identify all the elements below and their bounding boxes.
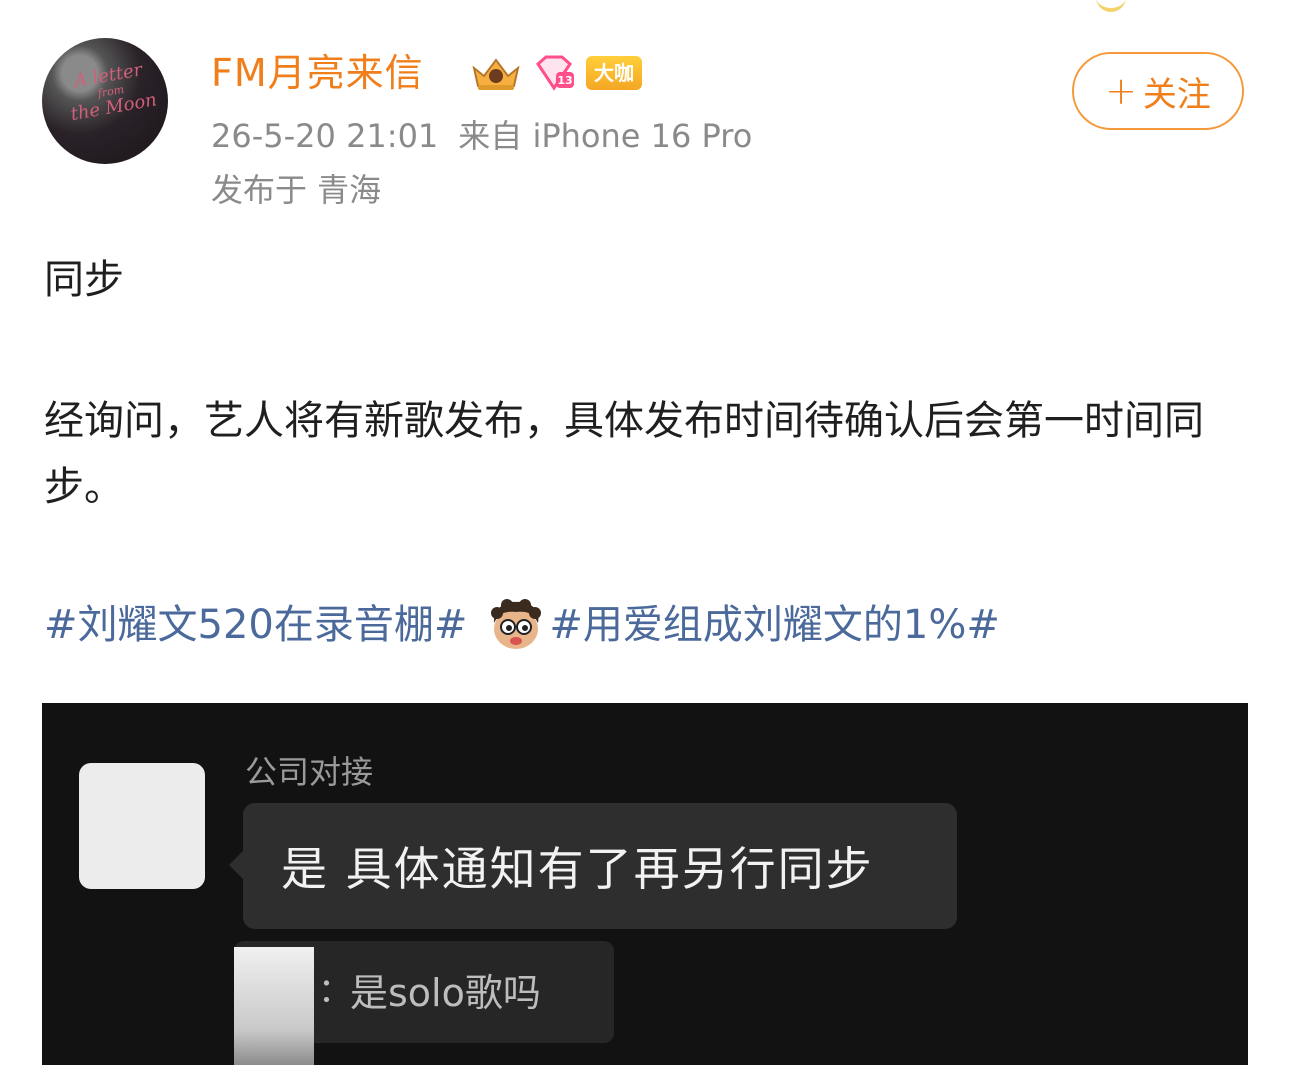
follow-button-label: 关注: [1142, 74, 1211, 115]
crown-icon[interactable]: [470, 54, 522, 92]
hashtag-link[interactable]: #用爱组成刘耀文的1%#: [549, 598, 1000, 652]
post-meta-line: 26-5-20 21:01 来自 iPhone 16 Pro: [211, 114, 752, 158]
quoted-message-text: 是solo歌吗: [350, 971, 541, 1015]
post-body: 经询问，艺人将有新歌发布，具体发布时间待确认后会第一时间同步。: [44, 398, 1204, 510]
chat-avatar: [79, 763, 205, 889]
hashtag-link[interactable]: #刘耀文520在录音棚#: [44, 598, 467, 652]
author-avatar[interactable]: A letter from the Moon: [42, 38, 168, 164]
level-badge[interactable]: 大咖: [586, 56, 642, 90]
hashtag-row: #刘耀文520在录音棚# #用爱组成刘耀文的1%#: [44, 598, 1000, 652]
author-badges: 13 大咖: [470, 52, 642, 94]
post-title: 同步: [44, 257, 124, 303]
post-timestamp: 26-5-20 21:01: [211, 117, 439, 155]
post-location: 发布于 青海: [211, 171, 382, 209]
chat-message-text: 是 具体通知有了再另行同步: [281, 842, 874, 896]
post-source: 来自 iPhone 16 Pro: [458, 117, 753, 155]
attached-chat-screenshot[interactable]: 公司对接 是 具体通知有了再另行同步 ： 是solo歌吗: [42, 703, 1248, 1065]
chat-sender-name: 公司对接: [245, 753, 374, 791]
follow-button[interactable]: + 关注: [1072, 52, 1244, 130]
avatar-logo-text: A letter from the Moon: [69, 59, 159, 126]
quoted-avatar: [234, 947, 314, 1065]
cartoon-face-icon: [487, 599, 545, 651]
vip-diamond-icon[interactable]: 13: [532, 54, 576, 92]
svg-text:13: 13: [557, 74, 572, 87]
corner-decoration: [1096, 0, 1126, 12]
author-name[interactable]: FM月亮来信: [211, 48, 424, 98]
plus-icon: +: [1105, 69, 1137, 113]
quoted-colon: ：: [318, 971, 352, 1011]
chat-message-bubble: 是 具体通知有了再另行同步: [229, 803, 957, 929]
